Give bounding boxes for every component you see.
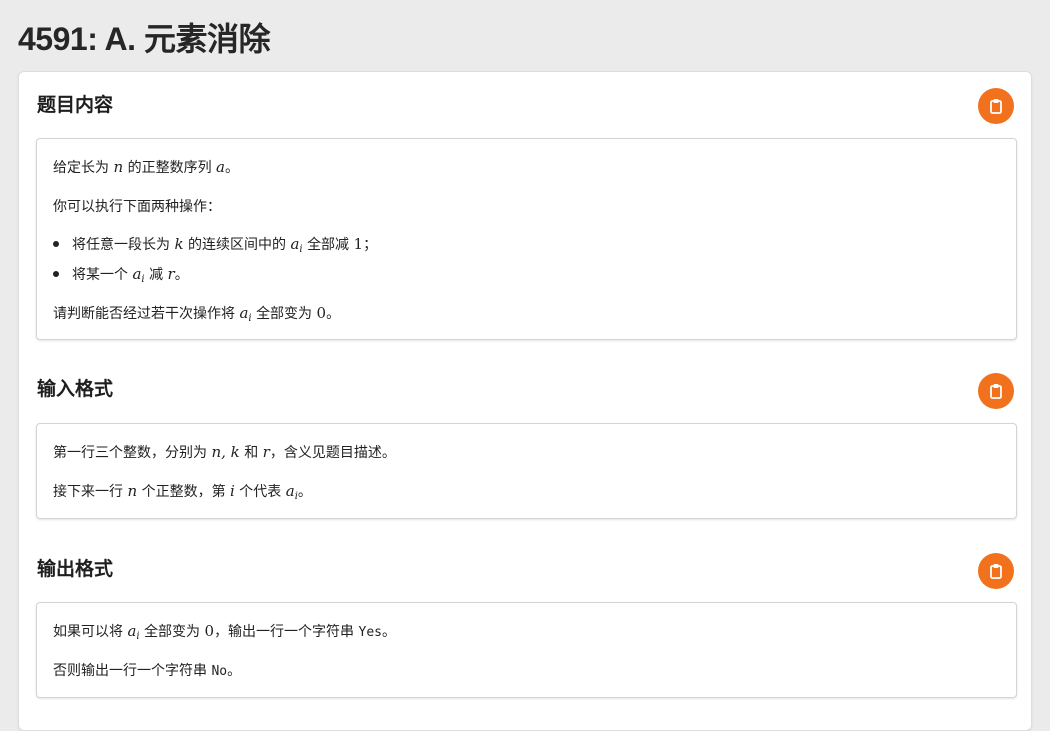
copy-output-button[interactable] bbox=[978, 553, 1014, 589]
problem-card: 题目内容 给定长为 n 的正整数序列 a。 你可以执行下面两种操作： 将任意一段… bbox=[18, 71, 1032, 731]
input-paragraph-2: 接下来一行 n 个正整数，第 i 个代表 ai。 bbox=[53, 482, 312, 502]
copy-input-button[interactable] bbox=[978, 373, 1014, 409]
clipboard-icon bbox=[990, 99, 1002, 114]
page-title: 4591: A. 元素消除 bbox=[18, 21, 270, 57]
list-item: 将某一个 ai 减 r。 bbox=[53, 264, 189, 285]
content-paragraph-1: 给定长为 n 的正整数序列 a。 bbox=[53, 158, 239, 176]
section-heading-input: 输入格式 bbox=[37, 378, 114, 400]
copy-content-button[interactable] bbox=[978, 88, 1014, 124]
list-item: 将任意一段长为 k 的连续区间中的 ai 全部减 1； bbox=[53, 234, 377, 255]
content-paragraph-2: 你可以执行下面两种操作： bbox=[53, 199, 221, 215]
section-heading-output: 输出格式 bbox=[37, 558, 114, 580]
output-paragraph-2: 否则输出一行一个字符串 No。 bbox=[53, 663, 242, 679]
content-paragraph-3: 请判断能否经过若干次操作将 ai 全部变为 0。 bbox=[53, 304, 341, 324]
clipboard-icon bbox=[990, 564, 1002, 579]
content-box: 给定长为 n 的正整数序列 a。 你可以执行下面两种操作： 将任意一段长为 k … bbox=[36, 138, 1017, 340]
output-paragraph-1: 如果可以将 ai 全部变为 0，输出一行一个字符串 Yes。 bbox=[53, 622, 396, 642]
output-format-box: 如果可以将 ai 全部变为 0，输出一行一个字符串 Yes。 否则输出一行一个字… bbox=[36, 602, 1017, 698]
clipboard-icon bbox=[990, 384, 1002, 399]
input-paragraph-1: 第一行三个整数，分别为 n, k 和 r，含义见题目描述。 bbox=[53, 443, 396, 461]
section-heading-content: 题目内容 bbox=[37, 94, 114, 116]
input-format-box: 第一行三个整数，分别为 n, k 和 r，含义见题目描述。 接下来一行 n 个正… bbox=[36, 423, 1017, 519]
